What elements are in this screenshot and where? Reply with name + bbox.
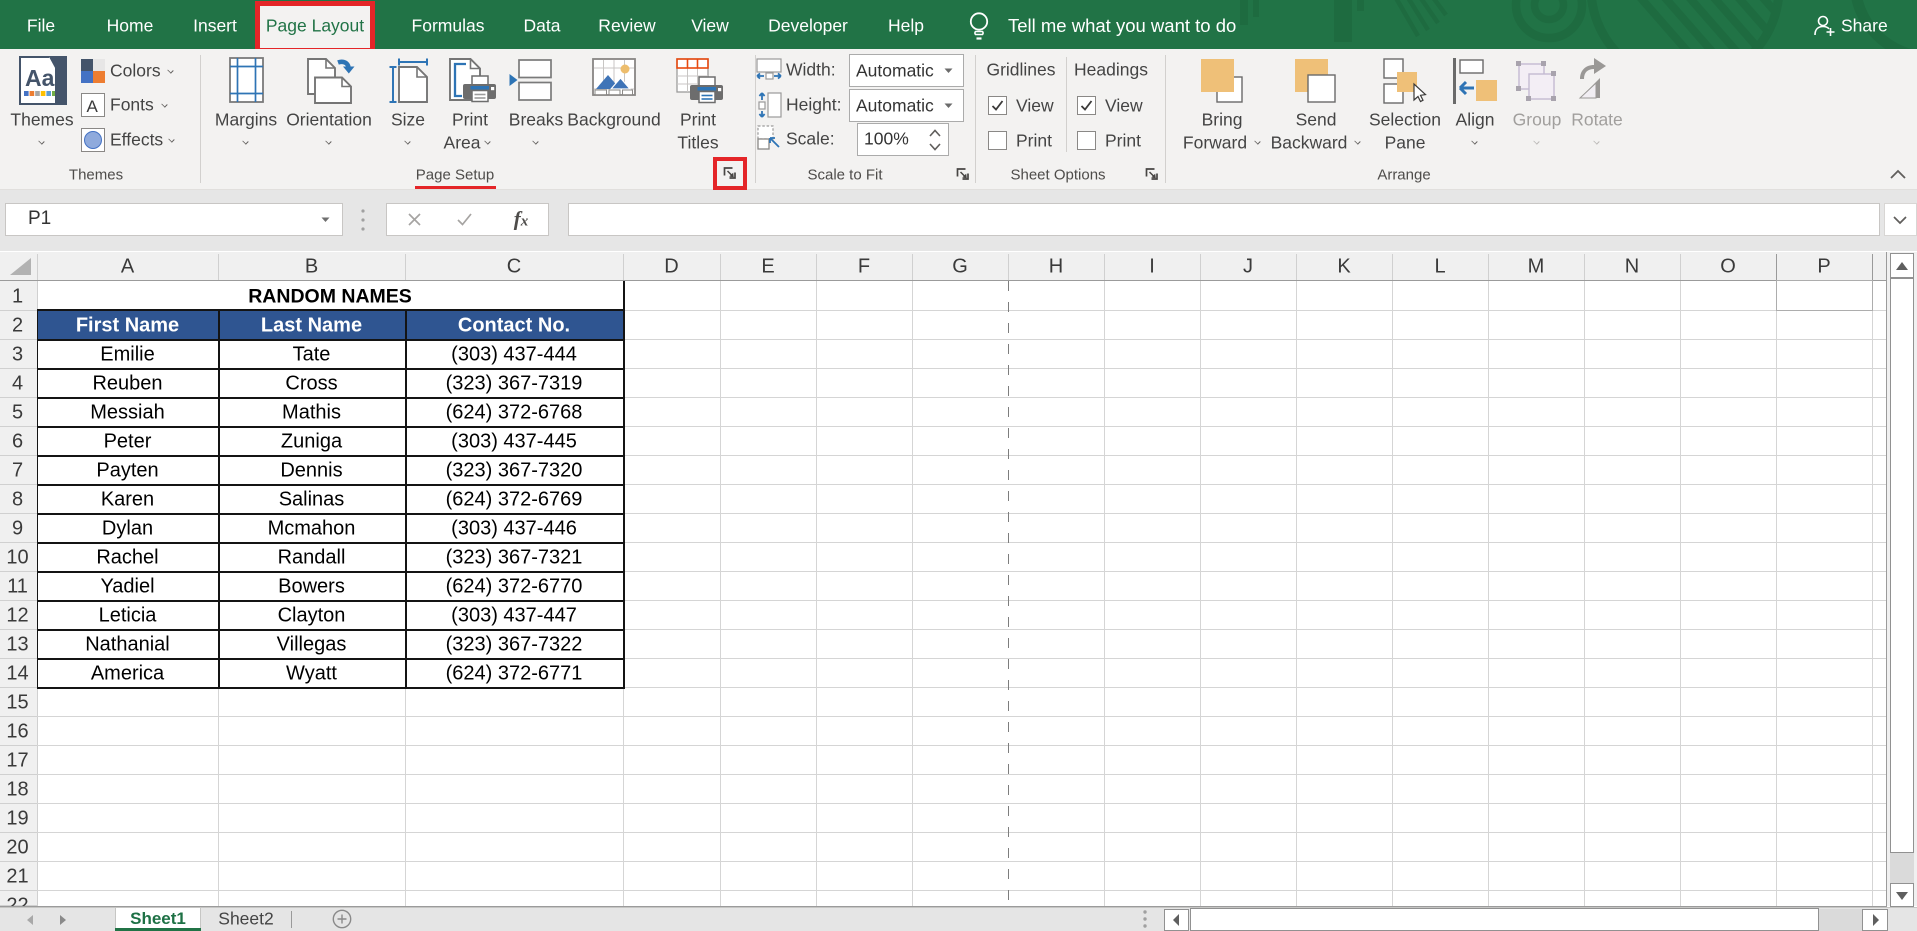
svg-text:A: A: [87, 97, 99, 116]
svg-text:Aa: Aa: [25, 65, 55, 91]
